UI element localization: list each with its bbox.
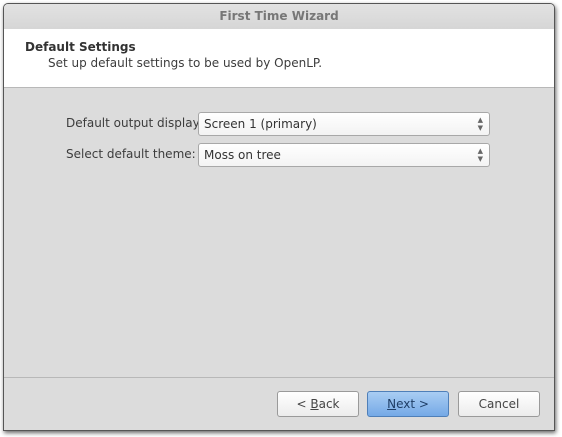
next-button[interactable]: Next > <box>367 391 449 417</box>
theme-row: Select default theme: Moss on tree ▲ ▼ <box>4 143 554 167</box>
output-display-value: Screen 1 (primary) <box>204 117 317 131</box>
wizard-window: First Time Wizard Default Settings Set u… <box>3 3 555 431</box>
cancel-button[interactable]: Cancel <box>458 391 540 417</box>
page-subtitle: Set up default settings to be used by Op… <box>48 56 323 70</box>
next-mnemonic: N <box>387 397 397 411</box>
title-bar: First Time Wizard <box>4 4 554 29</box>
theme-label: Select default theme: <box>66 147 196 161</box>
theme-select[interactable]: Moss on tree ▲ ▼ <box>198 143 490 167</box>
page-title: Default Settings <box>25 40 136 54</box>
up-down-arrows-icon: ▲ ▼ <box>477 116 483 132</box>
back-mnemonic: B <box>310 397 319 411</box>
output-display-label: Default output display: <box>66 116 203 130</box>
footer-divider <box>4 377 554 378</box>
page-header: Default Settings Set up default settings… <box>4 29 554 88</box>
output-display-select[interactable]: Screen 1 (primary) ▲ ▼ <box>198 112 490 136</box>
back-rest: ack <box>318 397 340 411</box>
back-prefix: < <box>296 397 311 411</box>
next-rest: ext > <box>396 397 429 411</box>
back-button[interactable]: < Back <box>277 391 359 417</box>
theme-value: Moss on tree <box>204 148 281 162</box>
up-down-arrows-icon: ▲ ▼ <box>477 147 483 163</box>
output-display-row: Default output display: Screen 1 (primar… <box>4 112 554 136</box>
